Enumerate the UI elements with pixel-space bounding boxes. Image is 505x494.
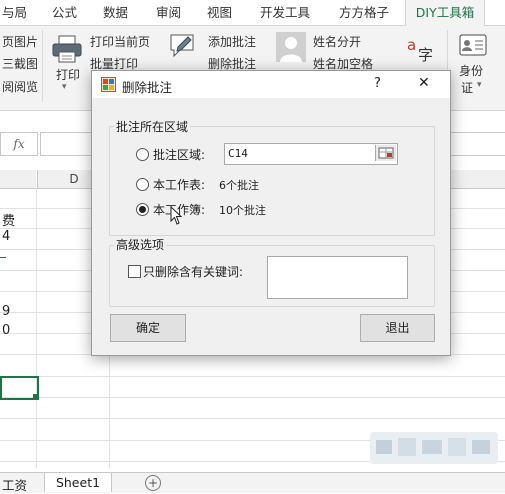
sheet-comment-count: 6个批注 [219,179,259,192]
dialog-title: 删除批注 [122,80,173,95]
comment-pen-icon [168,32,198,60]
id-card-icon [459,33,487,57]
add-comment-button[interactable]: 添加批注 [208,33,256,50]
watermark-blur [370,432,498,464]
add-sheet-button[interactable]: + [145,475,161,491]
tab-layout[interactable]: 与局 [2,0,27,25]
pinyin-icon[interactable]: a 字 [405,34,435,64]
avatar-icon [276,32,306,62]
ok-button[interactable]: 确定 [110,314,186,342]
name-split-button[interactable]: 姓名分开 [313,33,361,50]
grid-line [0,397,505,398]
tab-developer[interactable]: 开发工具 [260,0,310,25]
dialog-title-bar: 删除批注 ? ✕ [92,71,450,98]
cell-text[interactable]: 0 [2,323,10,338]
keyword-input[interactable] [267,256,408,299]
exit-button[interactable]: 退出 [360,314,435,342]
id-card-dropdown-icon[interactable]: ▾ [477,80,482,90]
tab-review[interactable]: 审阅 [156,0,181,25]
fx-button[interactable]: fx [0,132,38,156]
radio-region-label[interactable]: 批注区域: [153,146,205,163]
range-select-icon[interactable] [375,145,396,161]
sheet-tab-bar: 工资 Sheet1 + [0,472,505,493]
print-current-page-button[interactable]: 打印当前页 [90,33,150,50]
ribbon-left-item-1[interactable]: 页图片 [2,33,38,50]
grid-line [36,188,37,468]
keyword-checkbox-label[interactable]: 只删除含有关键词: [143,263,243,280]
tab-fangfang[interactable]: 方方格子 [339,0,389,25]
sheet-tab-sheet1[interactable]: Sheet1 [44,473,112,492]
cell-text[interactable]: 9 [2,304,10,319]
radio-region[interactable] [136,148,149,161]
ribbon-separator [42,30,43,102]
grid-line [0,376,505,377]
app-icon [101,77,116,92]
sheet-tab-salary[interactable]: 工资 [2,475,27,494]
print-button[interactable]: 打印 [56,66,80,83]
advanced-options-title: 高级选项 [114,236,167,253]
print-dropdown-icon[interactable]: ▾ [62,82,67,92]
radio-sheet[interactable] [136,178,149,191]
ribbon-left-item-2[interactable]: 三截图 [2,55,38,72]
dashed-marker [0,257,6,259]
radio-sheet-label[interactable]: 本工作表: [153,176,205,193]
workbook-comment-count: 10个批注 [219,204,266,217]
fill-handle[interactable] [33,394,38,399]
cell-text[interactable]: 费 [2,210,15,229]
help-button[interactable]: ? [374,76,381,91]
delete-comments-dialog: 删除批注 ? ✕ 批注所在区域 批注区域: C14 本工作表: 6个批注 本工作… [91,70,451,356]
column-header-c[interactable] [0,170,36,189]
radio-workbook[interactable] [136,203,149,216]
cell-text[interactable]: 4 [2,229,10,244]
tab-data[interactable]: 数据 [103,0,128,25]
tab-diy-toolbox[interactable]: DIY工具箱 [405,0,485,27]
grid-line [0,418,505,419]
keyword-checkbox[interactable] [128,265,141,278]
tab-formulas[interactable]: 公式 [52,0,77,25]
ribbon-tab-bar: 与局 公式 数据 审阅 视图 开发工具 方方格子 DIY工具箱 [0,0,505,27]
mouse-cursor-icon [170,205,184,226]
comment-region-group-title: 批注所在区域 [114,118,191,135]
tab-view[interactable]: 视图 [207,0,232,25]
id-card-label-1[interactable]: 身份 [459,62,483,79]
ribbon-left-item-3[interactable]: 阅阅览 [2,78,38,95]
region-input[interactable]: C14 [224,143,398,165]
id-card-label-2[interactable]: 证 [461,79,473,96]
close-button[interactable]: ✕ [418,75,430,91]
printer-icon[interactable] [50,34,84,64]
